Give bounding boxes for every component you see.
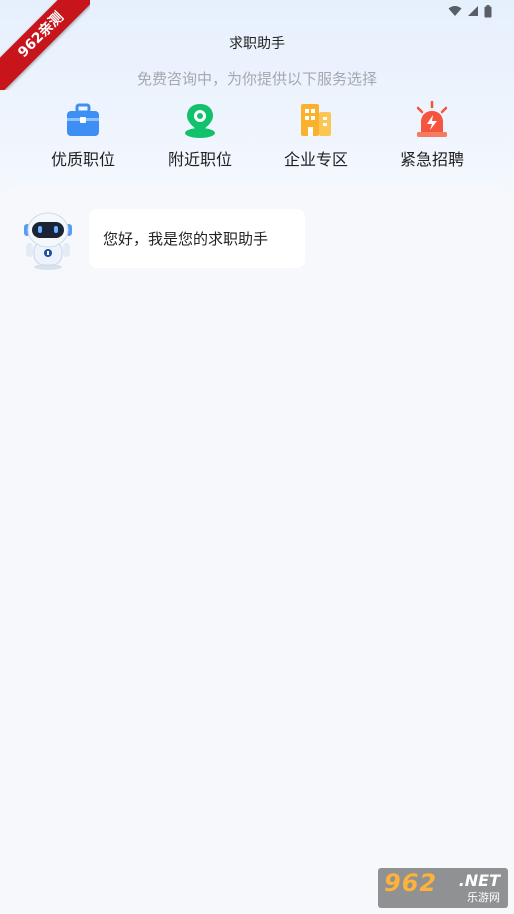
building-icon (301, 104, 331, 136)
service-label: 附近职位 (167, 150, 232, 169)
service-label: 企业专区 (283, 150, 348, 169)
chat-message-bubble: 您好，我是您的求职助手 (89, 209, 305, 268)
briefcase-icon (67, 103, 99, 136)
corner-badge-text: 962亲测 (0, 0, 90, 90)
status-bar (448, 4, 492, 18)
chat-panel[interactable] (0, 185, 514, 914)
service-enterprise-zone[interactable]: 企业专区 (261, 100, 371, 170)
watermark-site: 乐游网 (467, 891, 500, 904)
alarm-light-icon (416, 100, 448, 137)
corner-badge: 962亲测 (0, 0, 90, 90)
service-label: 紧急招聘 (399, 150, 464, 169)
signal-icon (468, 6, 478, 16)
chat-message-text: 您好，我是您的求职助手 (103, 230, 269, 248)
service-urgent-hiring[interactable]: 紧急招聘 (377, 100, 487, 170)
watermark-brand: 962 (384, 869, 438, 897)
watermark-logo: 962 .NET 乐游网 (378, 868, 508, 908)
service-quality-jobs[interactable]: 优质职位 (28, 100, 138, 170)
battery-icon (484, 4, 492, 17)
service-label: 优质职位 (50, 150, 115, 169)
service-nearby-jobs[interactable]: 附近职位 (145, 100, 255, 170)
watermark-net: .NET (458, 871, 500, 890)
wifi-icon (448, 6, 462, 16)
robot-avatar-icon (24, 212, 72, 270)
location-pin-icon (185, 104, 215, 138)
